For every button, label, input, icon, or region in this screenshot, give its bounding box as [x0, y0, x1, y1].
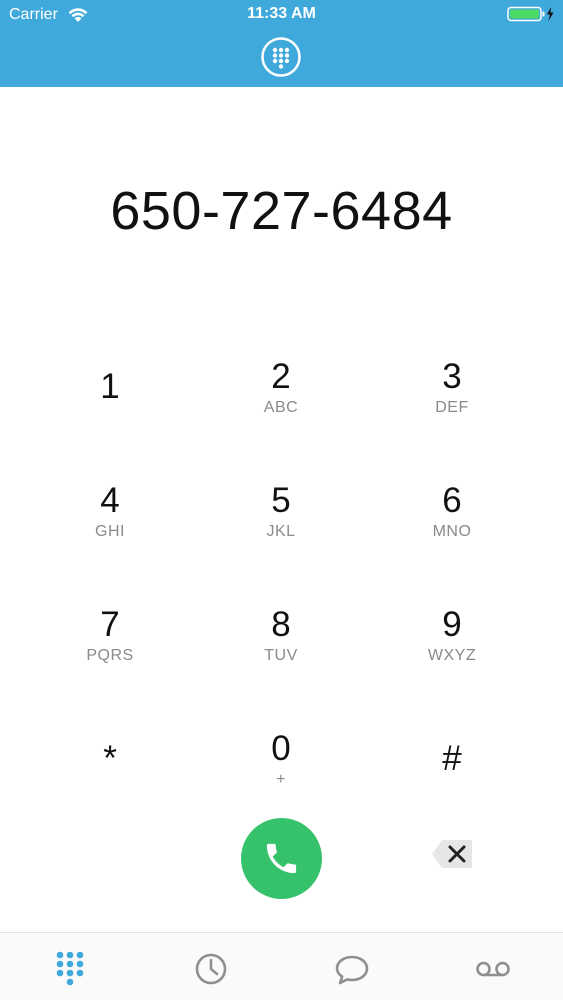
voicemail-icon	[476, 961, 510, 977]
key-letters: WXYZ	[427, 646, 477, 664]
tab-bar	[0, 932, 563, 1000]
key-1[interactable]: 1	[40, 342, 180, 432]
key-letters: TUV	[264, 646, 298, 664]
dialer-screen: Carrier 11:33 AM 650-727-6484 1 2 ABC 3 …	[0, 0, 563, 1000]
key-6[interactable]: 6 MNO	[382, 466, 522, 556]
key-0[interactable]: 0 +	[211, 714, 351, 804]
key-digit: 0	[271, 728, 291, 768]
key-letters: PQRS	[86, 646, 134, 664]
tab-voicemail[interactable]	[473, 949, 513, 989]
key-letters: MNO	[432, 522, 472, 540]
key-2[interactable]: 2 ABC	[211, 342, 351, 432]
key-digit: 2	[271, 356, 291, 396]
tab-messages[interactable]	[332, 949, 372, 989]
key-3[interactable]: 3 DEF	[382, 342, 522, 432]
key-9[interactable]: 9 WXYZ	[382, 590, 522, 680]
tab-recents[interactable]	[191, 949, 231, 989]
call-button[interactable]	[241, 818, 322, 899]
keypad-grid-icon	[261, 37, 301, 77]
key-digit: 1	[100, 366, 120, 406]
key-digit: 6	[442, 480, 462, 520]
key-letters: +	[276, 770, 286, 788]
key-digit: 9	[442, 604, 462, 644]
key-hash[interactable]: #	[382, 714, 522, 804]
clock-icon	[195, 953, 227, 985]
backspace-icon	[432, 840, 472, 868]
phone-icon	[266, 843, 297, 874]
tab-keypad[interactable]	[50, 949, 90, 989]
key-digit: 5	[271, 480, 291, 520]
dialed-number: 650-727-6484	[110, 181, 453, 241]
header-bar: Carrier 11:33 AM	[0, 0, 563, 87]
status-time: 11:33 AM	[247, 5, 316, 22]
key-5[interactable]: 5 JKL	[211, 466, 351, 556]
key-digit: 8	[271, 604, 291, 644]
key-letters: JKL	[266, 522, 296, 540]
key-letters: ABC	[263, 398, 299, 416]
key-8[interactable]: 8 TUV	[211, 590, 351, 680]
keypad-grid-icon	[56, 951, 84, 986]
key-7[interactable]: 7 PQRS	[40, 590, 180, 680]
key-letters: DEF	[435, 398, 469, 416]
battery-charging-icon	[507, 6, 554, 22]
key-digit: #	[442, 738, 462, 778]
key-4[interactable]: 4 GHI	[40, 466, 180, 556]
key-star[interactable]: *	[40, 714, 180, 804]
key-letters: GHI	[95, 522, 125, 540]
key-digit: 7	[100, 604, 120, 644]
delete-button[interactable]	[430, 836, 476, 872]
key-digit: 4	[100, 480, 120, 520]
key-digit: *	[103, 738, 117, 778]
key-digit: 3	[442, 356, 462, 396]
keypad-toggle-button[interactable]	[261, 37, 301, 77]
chat-bubble-icon	[335, 955, 369, 985]
